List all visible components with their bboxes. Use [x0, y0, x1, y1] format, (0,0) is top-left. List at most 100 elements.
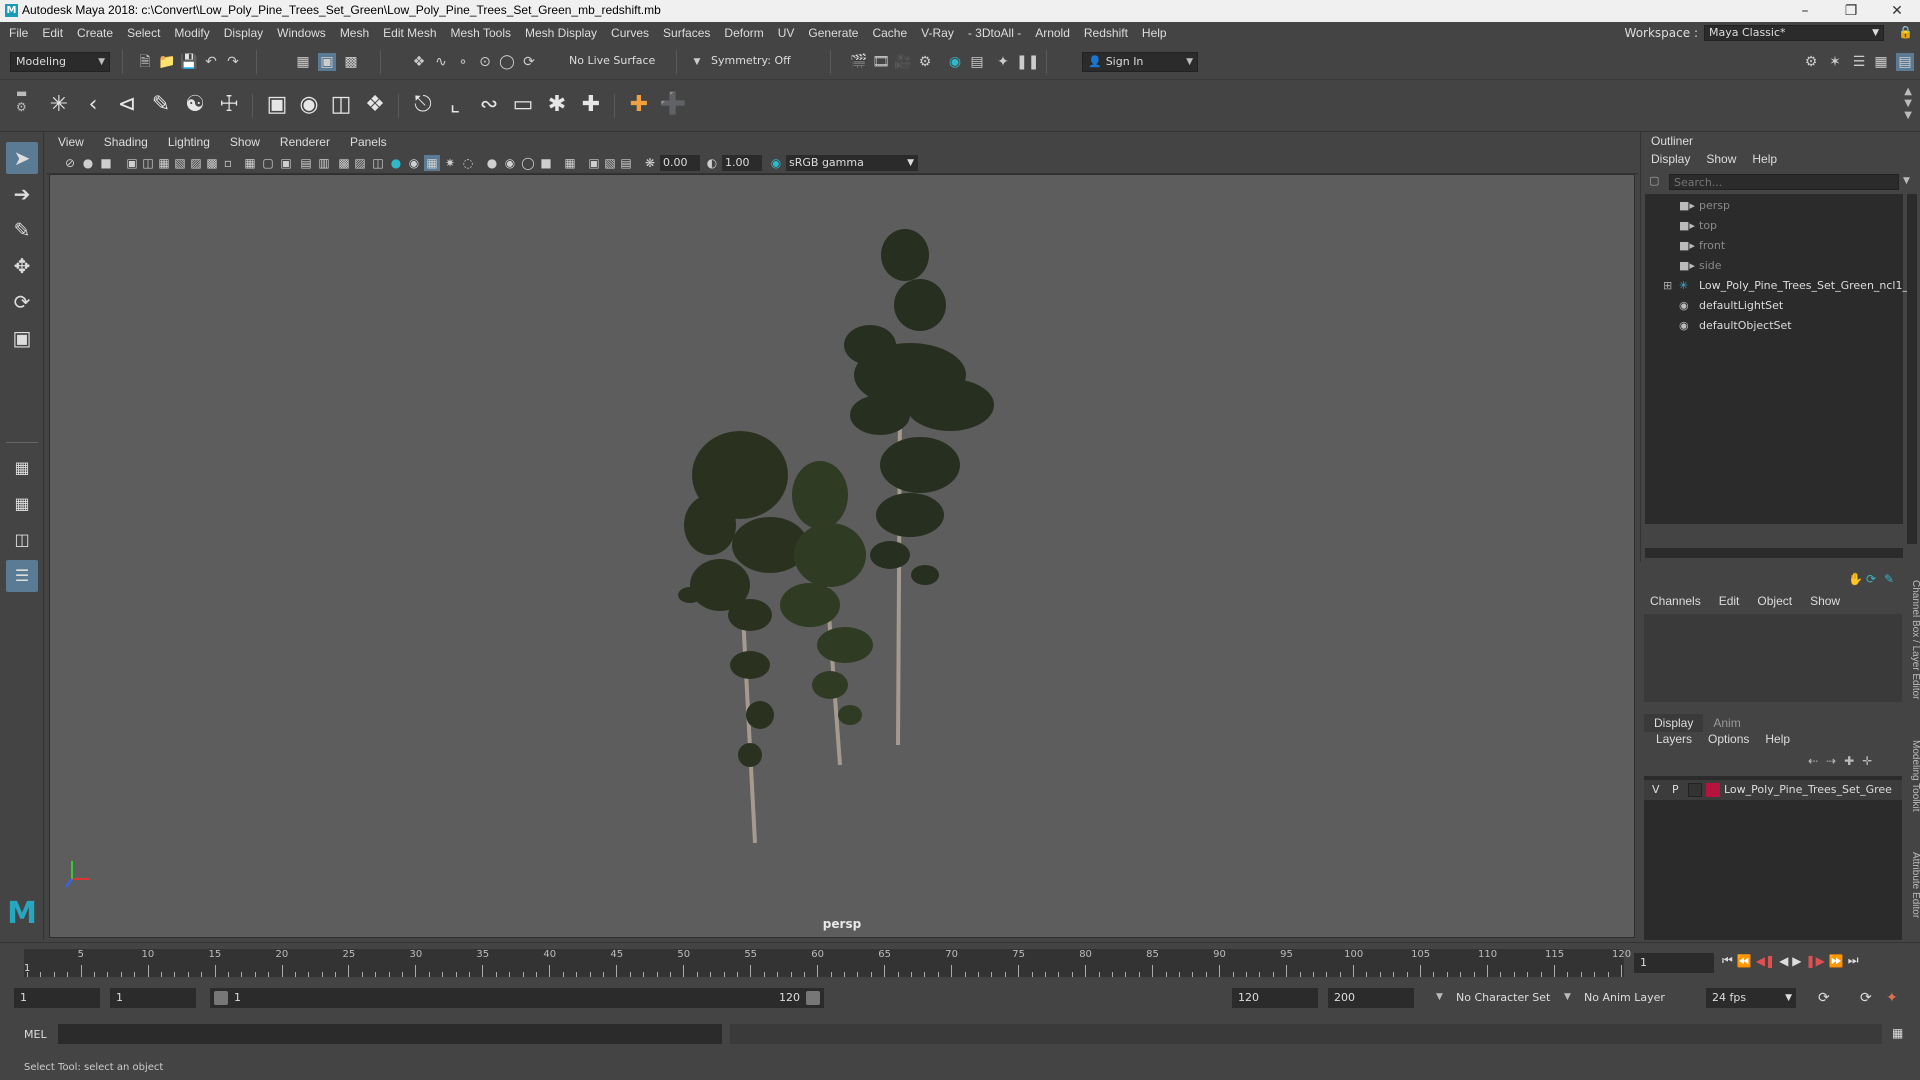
outliner-item[interactable]: ◉ defaultObjectSet [1645, 316, 1903, 336]
snap-view-icon[interactable]: ⊙ [476, 53, 494, 71]
depth-of-field-icon[interactable]: ◯ [520, 155, 536, 171]
select-tool-icon[interactable]: ➤ [6, 142, 38, 174]
open-scene-icon[interactable]: 📁 [158, 53, 176, 71]
textures-icon[interactable]: ▦ [424, 155, 440, 171]
menu-edit[interactable]: Edit [35, 22, 70, 44]
menu-create[interactable]: Create [70, 22, 120, 44]
tab-anim[interactable]: Anim [1703, 714, 1750, 732]
menu-vray[interactable]: V-Ray [914, 22, 961, 44]
menu-modify[interactable]: Modify [167, 22, 216, 44]
joint-tool-icon[interactable]: ☯ [180, 90, 210, 120]
bevel-icon[interactable]: ⌞ [440, 90, 470, 120]
render-sequence-icon[interactable]: 🎞 [872, 53, 890, 71]
vp-menu-lighting[interactable]: Lighting [158, 132, 220, 152]
xray-icon[interactable]: ◉ [406, 155, 422, 171]
channels-menu-channels[interactable]: Channels [1650, 594, 1701, 608]
layer-type-toggle[interactable] [1688, 783, 1702, 797]
anim-layer-field[interactable]: No Anim Layer [1584, 988, 1665, 1008]
menu-mesh-display[interactable]: Mesh Display [518, 22, 604, 44]
mode-dropdown[interactable]: Modeling ▼ [10, 52, 110, 72]
fps-dropdown[interactable]: 24 fps ▼ [1706, 988, 1796, 1008]
vp-menu-view[interactable]: View [48, 132, 94, 152]
lock-camera-icon[interactable]: ✦ [994, 53, 1012, 71]
safe-action-icon[interactable]: ▩ [204, 155, 220, 171]
layer-color-swatch[interactable] [1706, 783, 1720, 797]
current-frame-field[interactable]: 1 [1634, 953, 1714, 973]
menu-display[interactable]: Display [217, 22, 270, 44]
two-sided-icon[interactable]: ▧ [602, 155, 618, 171]
play-backwards-icon[interactable]: ◀ [1779, 954, 1788, 968]
vp-menu-shading[interactable]: Shading [94, 132, 158, 152]
outliner-search-input[interactable] [1670, 175, 1898, 189]
time-ruler[interactable]: 1 5 10 15 20 25 30 35 40 45 50 55 60 65 70 75 80 85 90 95 1… [24, 949, 1631, 977]
shelf-scroll-icon[interactable]: ▲ ▼ ▼ [1904, 86, 1912, 122]
outliner-scrollbar-h[interactable] [1645, 548, 1903, 558]
channels-menu-edit[interactable]: Edit [1719, 594, 1740, 608]
exposure-icon[interactable]: ❋ [642, 155, 658, 171]
resolution-gate-icon[interactable]: ▦ [156, 155, 172, 171]
channel-box-icon[interactable]: ▤ [1896, 53, 1914, 71]
color-management-icon[interactable]: ◉ [768, 155, 784, 171]
refresh-icon[interactable]: ⟳ [1866, 572, 1876, 586]
render-frame-icon[interactable]: 🎬 [850, 53, 868, 71]
move-layer-up-icon[interactable]: ⇠ [1808, 754, 1818, 768]
playback-end-field[interactable]: 120 [1232, 988, 1318, 1008]
lock-icon[interactable]: 🔒 [1898, 25, 1913, 41]
expand-icon[interactable]: ⊞ [1663, 276, 1672, 296]
menu-deform[interactable]: Deform [717, 22, 770, 44]
single-view-icon[interactable]: ▦ [6, 452, 38, 484]
animation-start-field[interactable]: 1 [14, 988, 100, 1008]
select-component-icon[interactable]: ▩ [342, 53, 360, 71]
layer-row[interactable]: V P Low_Poly_Pine_Trees_Set_Gree [1644, 780, 1902, 800]
pin-icon[interactable]: ✋ [1848, 572, 1863, 586]
tab-modeling-toolkit[interactable]: Modeling Toolkit [1910, 740, 1920, 812]
colorspace-dropdown[interactable]: sRGB gamma ▼ [786, 155, 918, 171]
menu-select[interactable]: Select [120, 22, 167, 44]
symmetry-field[interactable]: Symmetry: Off [706, 52, 800, 72]
tab-channel-box-layer-editor[interactable]: Channel Box / Layer Editor [1910, 580, 1920, 700]
backface-icon[interactable]: ▤ [618, 155, 634, 171]
outliner-menu-help[interactable]: Help [1752, 152, 1777, 166]
menu-curves[interactable]: Curves [604, 22, 656, 44]
outliner-item[interactable]: ⊞ ✳ Low_Poly_Pine_Trees_Set_Green_ncl1_1 [1645, 276, 1915, 296]
skeleton-icon[interactable]: ☩ [214, 90, 244, 120]
vp-menu-show[interactable]: Show [220, 132, 270, 152]
camera-attributes-icon[interactable]: ⊘ [62, 155, 78, 171]
outliner-scrollbar-v[interactable] [1907, 194, 1917, 544]
smooth-shade-icon[interactable]: ▣ [278, 155, 294, 171]
ik-handle-icon[interactable]: ➕ [658, 90, 688, 120]
anti-aliasing-icon[interactable]: ◉ [502, 155, 518, 171]
snap-rotate-icon[interactable]: ⟳ [520, 53, 538, 71]
curve-tool-icon[interactable]: ‹ [78, 90, 108, 120]
layers-menu-options[interactable]: Options [1708, 732, 1749, 746]
render-view-icon[interactable]: ▤ [968, 53, 986, 71]
scale-tool-icon[interactable]: ▣ [6, 322, 38, 354]
snap-grid-icon[interactable]: ❖ [410, 53, 428, 71]
isolate-select-icon[interactable]: ■ [538, 155, 554, 171]
channels-menu-object[interactable]: Object [1757, 594, 1792, 608]
new-layer-icon[interactable]: ✚ [1844, 754, 1854, 768]
select-hierarchy-icon[interactable]: ▦ [294, 53, 312, 71]
shadows-icon[interactable]: ▨ [352, 155, 368, 171]
menu-cache[interactable]: Cache [865, 22, 914, 44]
two-view-icon[interactable]: ◫ [6, 524, 38, 556]
save-scene-icon[interactable]: 💾 [180, 53, 198, 71]
menu-arnold[interactable]: Arnold [1028, 22, 1077, 44]
pencil-curve-icon[interactable]: ✎ [146, 90, 176, 120]
motion-blur-icon[interactable]: ● [484, 155, 500, 171]
outliner-menu-display[interactable]: Display [1651, 152, 1690, 166]
chevron-down-icon[interactable]: ▼ [1564, 992, 1571, 1002]
close-icon[interactable]: ✕ [1874, 0, 1920, 22]
animation-end-field[interactable]: 200 [1328, 988, 1414, 1008]
four-view-icon[interactable]: ▦ [6, 488, 38, 520]
snap-curve-icon[interactable]: ∿ [432, 53, 450, 71]
bezier-tool-icon[interactable]: ⊲ [112, 90, 142, 120]
step-back-key-icon[interactable]: ⏪ [1737, 954, 1752, 968]
gamma-icon[interactable]: ◐ [704, 155, 720, 171]
lattice-icon[interactable]: ✚ [576, 90, 606, 120]
outliner-item[interactable]: ◉ defaultLightSet [1645, 296, 1903, 316]
xray-joints-icon[interactable]: ▦ [562, 155, 578, 171]
grid-toggle-icon[interactable]: ▣ [124, 155, 140, 171]
undo-icon[interactable]: ↶ [202, 53, 220, 71]
pause-icon[interactable]: ❚❚ [1016, 53, 1039, 71]
